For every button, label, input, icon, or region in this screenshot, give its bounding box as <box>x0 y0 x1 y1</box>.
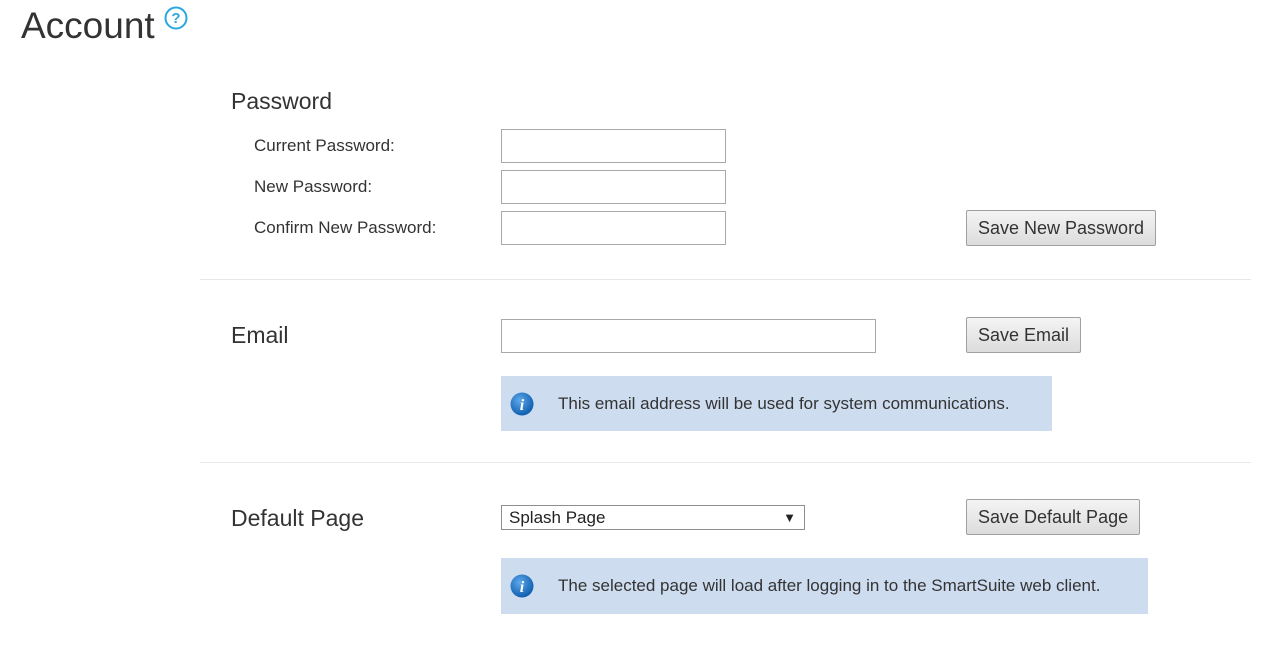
info-icon: i <box>510 392 534 416</box>
section-divider <box>200 279 1251 280</box>
default-page-select[interactable]: Splash Page ▼ <box>501 505 805 530</box>
page-title: Account <box>21 5 155 46</box>
default-page-selected-value: Splash Page <box>509 508 606 527</box>
current-password-input[interactable] <box>501 129 726 163</box>
info-icon: i <box>510 574 534 598</box>
default-page-section-title: Default Page <box>231 505 364 531</box>
email-info-box: i This email address will be used for sy… <box>501 376 1052 431</box>
email-info-text: This email address will be used for syst… <box>558 394 1010 413</box>
svg-text:i: i <box>520 579 525 596</box>
help-icon[interactable]: ? <box>164 6 188 30</box>
new-password-label: New Password: <box>254 177 373 196</box>
save-email-button[interactable]: Save Email <box>966 317 1081 353</box>
section-divider <box>200 462 1251 463</box>
default-page-info-box: i The selected page will load after logg… <box>501 558 1148 614</box>
new-password-input[interactable] <box>501 170 726 204</box>
default-page-info-text: The selected page will load after loggin… <box>558 576 1101 595</box>
dropdown-arrow-icon: ▼ <box>783 510 796 525</box>
save-default-page-button[interactable]: Save Default Page <box>966 499 1140 535</box>
email-input[interactable] <box>501 319 876 353</box>
password-section-title: Password <box>231 88 332 114</box>
email-section-title: Email <box>231 322 289 348</box>
current-password-label: Current Password: <box>254 136 395 155</box>
svg-text:i: i <box>520 397 525 414</box>
confirm-password-input[interactable] <box>501 211 726 245</box>
svg-text:?: ? <box>171 10 180 27</box>
save-new-password-button[interactable]: Save New Password <box>966 210 1156 246</box>
confirm-password-label: Confirm New Password: <box>254 218 437 237</box>
